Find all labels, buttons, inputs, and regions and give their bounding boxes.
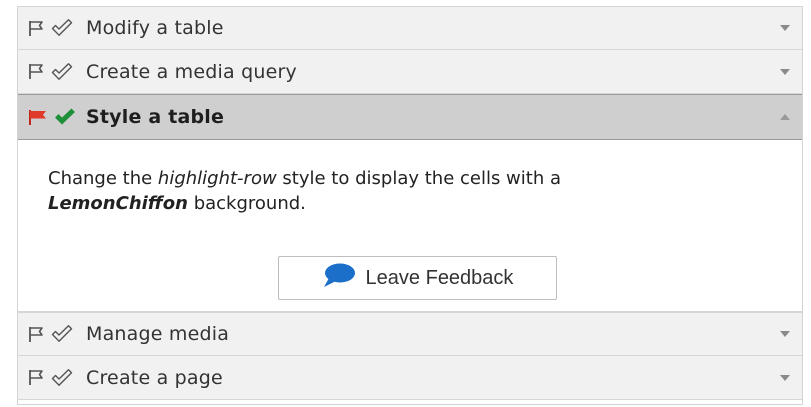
- task-status-icons: [28, 368, 86, 387]
- chevron-down-icon[interactable]: [780, 68, 790, 75]
- instruction-color-name: LemonChiffon: [48, 193, 188, 214]
- task-title: Style a table: [86, 106, 225, 128]
- task-title: Create a page: [86, 366, 223, 389]
- check-outline-icon[interactable]: [51, 368, 73, 387]
- instruction-text: background.: [187, 193, 306, 214]
- task-header-create-a-media-query[interactable]: Create a media query: [18, 50, 802, 94]
- chevron-down-icon[interactable]: [780, 374, 790, 381]
- flag-outline-icon[interactable]: [28, 369, 45, 386]
- chevron-up-icon[interactable]: [780, 114, 790, 120]
- task-instruction: Change the highlight-row style to displa…: [48, 166, 688, 216]
- chevron-down-icon[interactable]: [780, 25, 790, 31]
- flag-outline-icon[interactable]: [28, 20, 45, 37]
- task-status-icons: [28, 108, 86, 126]
- chevron-down-icon[interactable]: [780, 331, 790, 337]
- task-header-manage-media[interactable]: Manage media: [18, 312, 802, 356]
- task-header-style-a-table[interactable]: Style a table: [18, 94, 802, 140]
- flag-outline-icon[interactable]: [28, 63, 45, 80]
- speech-bubble-icon: [323, 263, 355, 287]
- instruction-style-name: highlight-row: [157, 168, 277, 189]
- check-outline-icon[interactable]: [51, 325, 73, 343]
- check-outline-icon[interactable]: [51, 19, 73, 37]
- task-status-icons: [28, 325, 86, 343]
- task-header-create-a-page[interactable]: Create a page: [18, 356, 802, 400]
- instruction-text: style to display the cells with a: [276, 168, 561, 189]
- leave-feedback-label: Leave Feedback: [365, 266, 514, 289]
- flag-outline-icon[interactable]: [28, 326, 45, 343]
- task-header-modify-a-table[interactable]: Modify a table: [18, 6, 802, 50]
- task-title: Modify a table: [86, 17, 224, 39]
- leave-feedback-button[interactable]: Leave Feedback: [278, 256, 557, 300]
- check-green-icon[interactable]: [54, 108, 76, 126]
- task-status-icons: [28, 62, 86, 81]
- task-list-panel: Modify a table Create a media query Styl…: [17, 6, 803, 405]
- task-title: Manage media: [86, 323, 230, 345]
- task-details: Change the highlight-row style to displa…: [18, 140, 802, 312]
- flag-red-icon[interactable]: [28, 109, 48, 126]
- task-title: Create a media query: [86, 60, 297, 83]
- check-outline-icon[interactable]: [51, 62, 73, 81]
- instruction-text: Change the: [48, 168, 158, 189]
- task-status-icons: [28, 19, 86, 37]
